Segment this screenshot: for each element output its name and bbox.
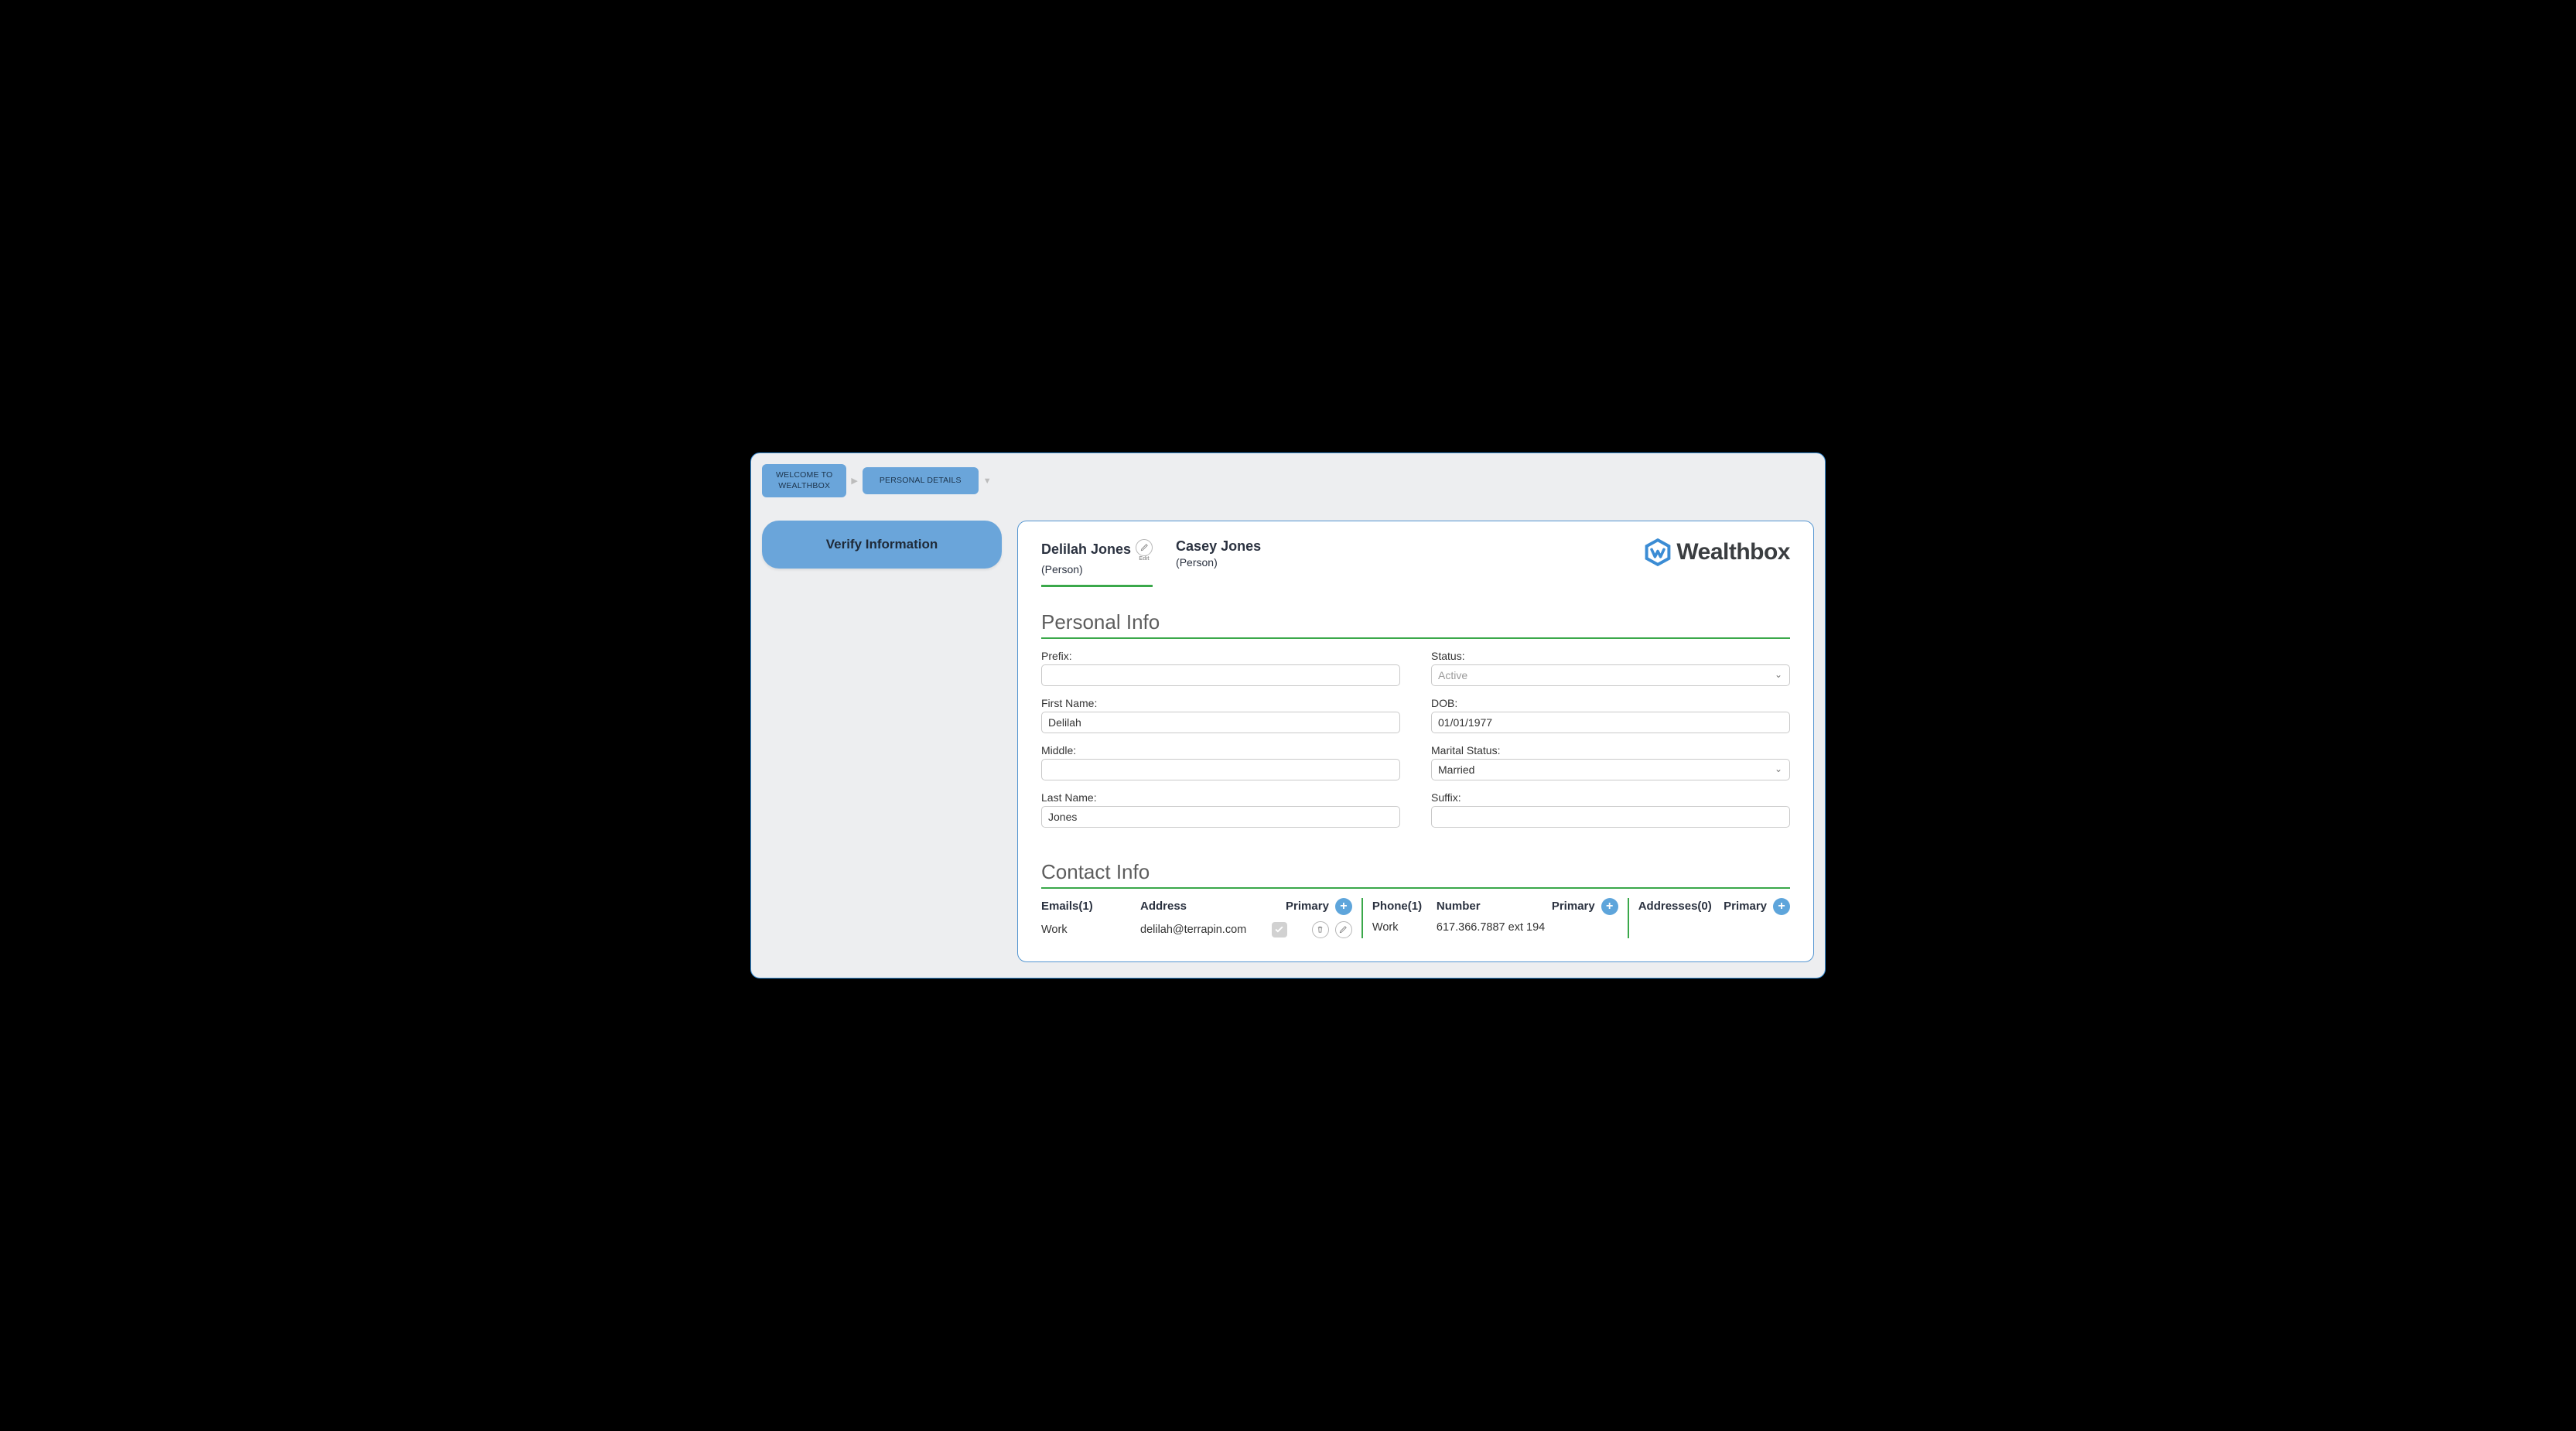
first-name-label: First Name:	[1041, 697, 1400, 709]
sidebar: Verify Information	[762, 521, 1002, 962]
email-primary-checkbox[interactable]	[1272, 922, 1287, 937]
status-select[interactable]	[1431, 664, 1790, 686]
phone-type: Work	[1372, 921, 1430, 934]
last-name-input[interactable]	[1041, 806, 1400, 828]
suffix-input[interactable]	[1431, 806, 1790, 828]
app-window: WELCOME TO WEALTHBOX ▶ PERSONAL DETAILS …	[750, 453, 1826, 978]
section-divider	[1041, 887, 1790, 889]
last-name-label: Last Name:	[1041, 791, 1400, 804]
phone-number-header: Number	[1437, 900, 1546, 913]
person-name-label: Casey Jones	[1176, 538, 1261, 555]
emails-column: Emails(1) Address Primary + Work delilah…	[1041, 898, 1363, 938]
breadcrumb-line1: WELCOME TO	[776, 470, 832, 480]
addresses-header: Addresses(0)	[1638, 900, 1717, 913]
email-row: Work delilah@terrapin.com	[1041, 921, 1352, 938]
panel-header: Delilah Jones Edit (Person)	[1041, 538, 1790, 587]
edit-label: Edit	[1139, 556, 1149, 562]
form-column-left: Prefix: First Name: Middle: Last Name:	[1041, 648, 1400, 837]
caret-down-icon[interactable]: ▼	[983, 476, 992, 486]
phones-column: Phone(1) Number Primary + Work 617.366.7…	[1372, 898, 1629, 938]
personal-info-form: Prefix: First Name: Middle: Last Name: S…	[1041, 648, 1790, 837]
wealthbox-logo: Wealthbox	[1644, 538, 1790, 566]
middle-name-label: Middle:	[1041, 744, 1400, 756]
verify-information-button[interactable]: Verify Information	[762, 521, 1002, 569]
add-email-button[interactable]: +	[1335, 898, 1352, 915]
main-panel: Delilah Jones Edit (Person)	[1017, 521, 1814, 962]
edit-email-button[interactable]	[1335, 921, 1352, 938]
address-primary-header: Primary	[1724, 900, 1767, 913]
emails-header: Emails(1)	[1041, 900, 1134, 913]
breadcrumb-line1: PERSONAL DETAILS	[880, 476, 962, 485]
breadcrumb-line2: WEALTHBOX	[776, 481, 832, 491]
delete-email-button[interactable]	[1312, 921, 1329, 938]
prefix-input[interactable]	[1041, 664, 1400, 686]
person-type-label: (Person)	[1176, 556, 1261, 569]
middle-name-input[interactable]	[1041, 759, 1400, 780]
marital-status-select[interactable]	[1431, 759, 1790, 780]
suffix-label: Suffix:	[1431, 791, 1790, 804]
email-address-header: Address	[1140, 900, 1279, 913]
person-type-label: (Person)	[1041, 563, 1153, 575]
phone-number: 617.366.7887 ext 194	[1437, 921, 1618, 934]
breadcrumb-item-welcome[interactable]: WELCOME TO WEALTHBOX	[762, 464, 846, 497]
dob-label: DOB:	[1431, 697, 1790, 709]
pencil-icon[interactable]	[1136, 539, 1153, 556]
plus-icon: +	[1340, 900, 1347, 913]
person-tabs: Delilah Jones Edit (Person)	[1041, 538, 1261, 587]
email-type: Work	[1041, 924, 1134, 936]
prefix-label: Prefix:	[1041, 650, 1400, 662]
phone-primary-header: Primary	[1552, 900, 1595, 913]
add-phone-button[interactable]: +	[1601, 898, 1618, 915]
person-tab-delilah[interactable]: Delilah Jones Edit (Person)	[1041, 538, 1153, 587]
layout: Verify Information Delilah Jones Edit	[762, 521, 1814, 962]
edit-person-wrap: Edit	[1136, 538, 1153, 562]
dob-input[interactable]	[1431, 712, 1790, 733]
logo-text: Wealthbox	[1676, 539, 1790, 565]
person-tab-casey[interactable]: Casey Jones (Person)	[1176, 538, 1261, 587]
status-label: Status:	[1431, 650, 1790, 662]
plus-icon: +	[1606, 900, 1613, 913]
phone-row: Work 617.366.7887 ext 194	[1372, 921, 1618, 934]
checkmark-icon	[1274, 924, 1284, 934]
add-address-button[interactable]: +	[1773, 898, 1790, 915]
trash-icon	[1316, 925, 1324, 934]
email-primary-header: Primary	[1286, 900, 1329, 913]
logo-icon	[1644, 538, 1672, 566]
breadcrumb: WELCOME TO WEALTHBOX ▶ PERSONAL DETAILS …	[762, 464, 1814, 497]
addresses-column: Addresses(0) Primary +	[1638, 898, 1790, 938]
form-column-right: Status: ⌄ DOB: Marital Status: ⌄ Suffix:	[1431, 648, 1790, 837]
pencil-icon	[1339, 925, 1348, 934]
contact-info: Emails(1) Address Primary + Work delilah…	[1041, 898, 1790, 938]
section-title-contact: Contact Info	[1041, 860, 1790, 884]
email-address: delilah@terrapin.com	[1140, 924, 1266, 936]
person-name-label: Delilah Jones	[1041, 541, 1131, 558]
marital-status-label: Marital Status:	[1431, 744, 1790, 756]
section-divider	[1041, 637, 1790, 639]
plus-icon: +	[1778, 900, 1785, 913]
first-name-input[interactable]	[1041, 712, 1400, 733]
section-title-personal: Personal Info	[1041, 610, 1790, 634]
breadcrumb-item-personal-details[interactable]: PERSONAL DETAILS	[863, 467, 979, 494]
chevron-right-icon: ▶	[851, 476, 857, 486]
phone-header: Phone(1)	[1372, 900, 1430, 913]
